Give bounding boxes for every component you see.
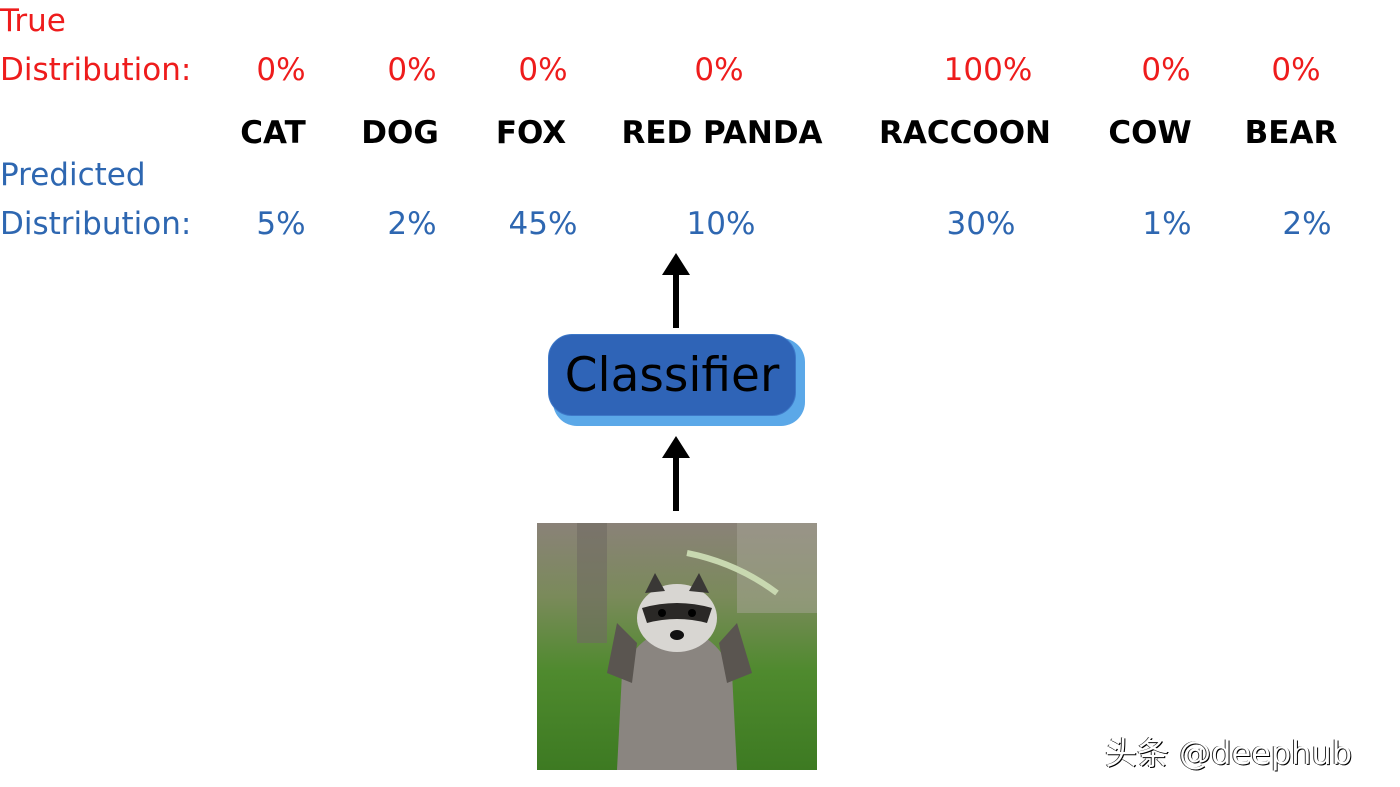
pred-value-dog: 2%: [387, 206, 437, 242]
class-label-raccoon: RACCOON: [878, 115, 1052, 151]
true-value-raccoon: 100%: [943, 52, 1033, 88]
true-value-dog: 0%: [387, 52, 437, 88]
true-label-line1: True: [0, 3, 66, 39]
pred-value-bear: 2%: [1282, 206, 1332, 242]
class-label-dog: DOG: [361, 115, 439, 151]
predicted-label-line1: Predicted: [0, 157, 146, 193]
true-value-fox: 0%: [518, 52, 568, 88]
class-label-bear: BEAR: [1244, 115, 1338, 151]
class-label-red-panda: RED PANDA: [621, 115, 823, 151]
true-value-cow: 0%: [1141, 52, 1191, 88]
class-label-cow: COW: [1108, 115, 1192, 151]
true-value-red-panda: 0%: [694, 52, 744, 88]
predicted-label-line2: Distribution:: [0, 206, 192, 242]
pred-value-red-panda: 10%: [686, 206, 756, 242]
pred-value-raccoon: 30%: [946, 206, 1016, 242]
pred-value-fox: 45%: [508, 206, 578, 242]
true-value-cat: 0%: [256, 52, 306, 88]
classifier-box: Classifier: [548, 334, 796, 416]
pred-value-cat: 5%: [256, 206, 306, 242]
true-value-bear: 0%: [1271, 52, 1321, 88]
pred-value-cow: 1%: [1142, 206, 1192, 242]
watermark: 头条 @deephub: [1105, 734, 1353, 772]
true-label-line2: Distribution:: [0, 52, 192, 88]
class-label-fox: FOX: [495, 115, 567, 151]
raccoon-image: [537, 523, 817, 770]
class-label-cat: CAT: [240, 115, 306, 151]
classifier-label: Classifier: [564, 347, 780, 403]
